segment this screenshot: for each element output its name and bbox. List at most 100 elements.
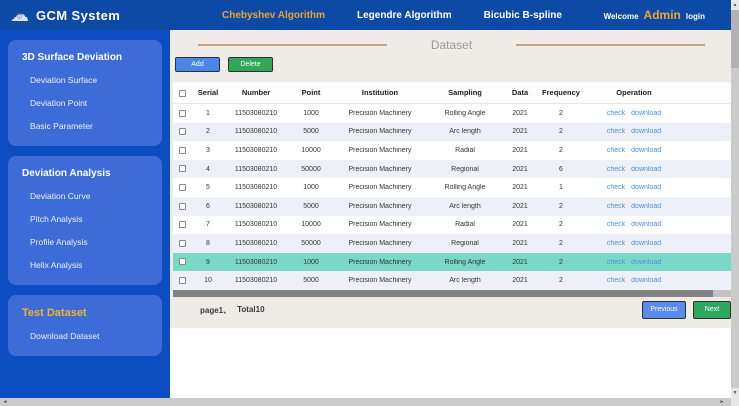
scroll-down-arrow-icon[interactable]: ▼ (731, 388, 739, 398)
sidebar-section-title[interactable]: 3D Surface Deviation (8, 47, 162, 68)
cell-institution: Precision Machinery (348, 184, 412, 192)
row-checkbox[interactable] (178, 146, 186, 154)
row-checkbox[interactable] (178, 184, 186, 191)
cell-institution: Precision Machinery (348, 109, 412, 117)
cell-sampling: Arc length (449, 277, 481, 285)
row-checkbox[interactable] (178, 239, 186, 247)
sidebar-item[interactable]: Deviation Point (8, 91, 162, 114)
download-link[interactable]: download (631, 277, 661, 284)
scroll-left-arrow-icon[interactable]: ◄ (0, 398, 10, 406)
column-header: Number (241, 88, 271, 97)
nav-item-1[interactable]: Legendre Algorithm (357, 10, 452, 21)
row-checkbox[interactable] (178, 276, 186, 284)
cell-point: 1000 (303, 109, 319, 117)
download-link[interactable]: download (631, 166, 661, 173)
cell-data: 2021 (512, 202, 528, 210)
cell-serial: 8 (206, 239, 210, 247)
welcome-username[interactable]: Admin (644, 8, 681, 22)
previous-button[interactable]: Previous (642, 301, 686, 319)
select-all-checkbox[interactable] (178, 89, 186, 97)
check-link[interactable]: check (607, 259, 625, 266)
nav-item-2[interactable]: Bicubic B-spline (484, 10, 562, 21)
sidebar-item[interactable]: Download Dataset (8, 324, 162, 347)
vertical-scrollbar-thumb[interactable] (731, 10, 739, 68)
check-link[interactable]: check (607, 277, 625, 284)
next-button[interactable]: Next (693, 301, 731, 319)
cell-serial: 4 (206, 165, 210, 173)
check-link[interactable]: check (607, 240, 625, 247)
top-header: ☁ ⚙ GCM System Chebyshev Algorithm Legendr… (0, 0, 731, 30)
row-checkbox[interactable] (178, 221, 186, 229)
cell-serial: 3 (206, 146, 210, 154)
table-horizontal-scrollbar[interactable] (173, 290, 731, 297)
add-button[interactable]: Add (175, 57, 220, 72)
table-row[interactable]: 1 11503080210 1000 Precision Machinery Rolli… (173, 104, 731, 123)
sidebar: 3D Surface Deviation Deviation Surface Dev… (0, 30, 170, 398)
cell-institution: Precision Machinery (348, 128, 412, 136)
scroll-up-arrow-icon[interactable]: ▲ (731, 0, 739, 10)
cell-point: 50000 (301, 165, 321, 173)
table-row[interactable]: 7 11503080210 10000 Precision Machinery Radi… (173, 215, 731, 235)
sidebar-section-title[interactable]: Test Dataset (8, 302, 162, 324)
scroll-right-arrow-icon[interactable]: ► (717, 398, 727, 406)
cell-operation: check download (587, 166, 681, 173)
table-row[interactable]: 2 11503080210 5000 Precision Machinery Arc l… (173, 122, 731, 142)
check-link[interactable]: check (607, 221, 625, 228)
table-row[interactable]: 8 11503080210 50000 Precision Machinery Regi… (173, 234, 731, 253)
table-row[interactable]: 5 11503080210 1000 Precision Machinery Rolli… (173, 178, 731, 197)
row-checkbox[interactable] (178, 109, 186, 117)
sidebar-item[interactable]: Basic Parameter (8, 114, 162, 137)
sidebar-item[interactable]: Pitch Analysis (8, 207, 162, 230)
cell-number: 11503080210 (234, 239, 278, 247)
row-checkbox[interactable] (178, 202, 186, 210)
column-header: Serial (197, 88, 219, 97)
row-checkbox[interactable] (178, 165, 186, 173)
table-row[interactable]: 9 11503080210 1000 Precision Machinery Rolli… (173, 252, 731, 272)
content-panel: Dataset Add Delete Serial Number Point Inst… (170, 30, 731, 328)
table-row[interactable]: 10 11503080210 5000 Precision Machinery Arc … (173, 271, 731, 290)
cell-serial: 2 (206, 128, 210, 136)
check-link[interactable]: check (607, 110, 625, 117)
download-link[interactable]: download (631, 240, 661, 247)
cell-sampling: Radial (455, 221, 475, 229)
check-link[interactable]: check (607, 166, 625, 173)
cell-institution: Precision Machinery (348, 221, 412, 229)
login-link[interactable]: login (686, 12, 705, 21)
cell-frequency: 2 (559, 202, 563, 210)
sidebar-item[interactable]: Profile Analysis (8, 230, 162, 253)
check-link[interactable]: check (607, 128, 625, 135)
cell-institution: Precision Machinery (348, 165, 412, 173)
vertical-scrollbar[interactable]: ▲ ▼ (731, 0, 739, 398)
sidebar-item[interactable]: Helix Analysis (8, 253, 162, 276)
table-row[interactable]: 4 11503080210 50000 Precision Machinery Regi… (173, 159, 731, 179)
check-link[interactable]: check (607, 147, 625, 154)
cell-operation: check download (587, 110, 681, 117)
table-row[interactable]: 6 11503080210 5000 Precision Machinery Arc l… (173, 196, 731, 216)
download-link[interactable]: download (631, 221, 661, 228)
cell-number: 11503080210 (234, 277, 278, 285)
check-link[interactable]: check (607, 184, 625, 191)
sidebar-item[interactable]: Deviation Surface (8, 68, 162, 91)
download-link[interactable]: download (631, 203, 661, 210)
cell-frequency: 2 (559, 146, 563, 154)
download-link[interactable]: download (631, 110, 661, 117)
table-scrollbar-thumb[interactable] (173, 290, 713, 297)
horizontal-scrollbar[interactable]: ◄ ► (0, 398, 731, 406)
row-checkbox[interactable] (178, 258, 186, 266)
sidebar-item[interactable]: Deviation Curve (8, 184, 162, 207)
delete-button[interactable]: Delete (228, 57, 273, 72)
download-link[interactable]: download (631, 184, 661, 191)
download-link[interactable]: download (631, 128, 661, 135)
main-area: Dataset Add Delete Serial Number Point Inst… (170, 30, 731, 398)
column-header: Frequency (542, 88, 580, 97)
cell-frequency: 2 (559, 221, 563, 229)
download-link[interactable]: download (631, 259, 661, 266)
table-row[interactable]: 3 11503080210 10000 Precision Machinery Radi… (173, 141, 731, 160)
sidebar-section-title[interactable]: Deviation Analysis (8, 163, 162, 184)
download-link[interactable]: download (631, 147, 661, 154)
cell-serial: 7 (206, 221, 210, 229)
row-checkbox[interactable] (178, 128, 186, 136)
check-link[interactable]: check (607, 203, 625, 210)
table-body: 1 11503080210 1000 Precision Machinery Rolli… (173, 104, 731, 290)
nav-item-0[interactable]: Chebyshev Algorithm (222, 10, 325, 21)
